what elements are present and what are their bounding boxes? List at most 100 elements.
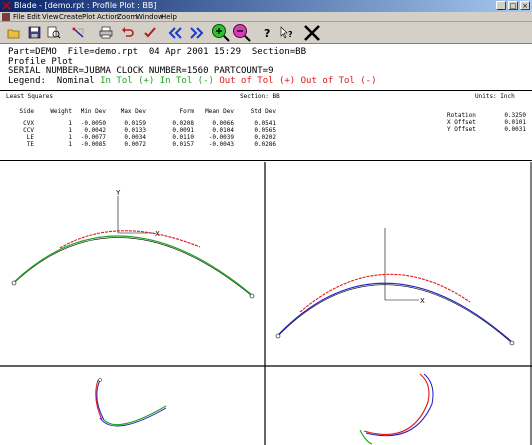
previous-button[interactable] (165, 23, 185, 42)
cell-max-dev: 0.0034 (124, 134, 146, 141)
help-icon: ? (264, 27, 270, 40)
out-tol-profile (59, 230, 201, 249)
menu-create[interactable]: Create (59, 12, 82, 22)
legend: Legend: Nominal In Tol (+) In Tol (-) Ou… (8, 75, 377, 87)
menu-file[interactable]: File (13, 12, 25, 22)
menu-edit[interactable]: Edit (27, 12, 41, 22)
column-header: Weight (50, 108, 72, 115)
header-divider (0, 90, 532, 91)
rotation-value: 0.3250 (504, 112, 526, 119)
measured-profile (277, 282, 513, 343)
y-offset-value: 0.0031 (504, 126, 526, 133)
in-tol-profile (103, 405, 167, 426)
exit-button[interactable] (300, 23, 324, 42)
legend-label: Legend: (8, 75, 57, 86)
cell-form: 0.0157 (172, 141, 194, 148)
measured-profile (96, 379, 105, 421)
legend-out-tol-minus: Out of Tol (-) (300, 75, 377, 86)
svg-text:?: ? (264, 27, 270, 40)
open-button[interactable] (4, 23, 24, 42)
measure-icon (72, 27, 84, 38)
menu-window[interactable]: Window (136, 12, 164, 22)
cell-min-dev: 0.0042 (84, 127, 106, 134)
next-button[interactable] (187, 23, 207, 42)
open-folder-icon (7, 29, 20, 38)
units-label: Units: Inch (475, 93, 515, 100)
section-label: Section: BB (240, 93, 280, 100)
menu-bar: File Edit View Create Plot Action Zoom W… (0, 12, 532, 22)
cell-max-dev: 0.0133 (124, 127, 146, 134)
zoom-in-button[interactable] (210, 23, 230, 42)
save-icon (28, 26, 40, 39)
app-icon (2, 1, 11, 10)
menu-view[interactable]: View (42, 12, 59, 22)
cell-side: CVX (23, 120, 34, 127)
cell-form: 0.0208 (172, 120, 194, 127)
nominal-profile (277, 284, 513, 344)
undo-icon (122, 27, 134, 37)
out-tol-profile (363, 401, 429, 435)
close-button[interactable]: × (520, 1, 530, 10)
document-icon[interactable] (2, 13, 10, 21)
context-help-icon: ? (280, 25, 293, 39)
preview-button[interactable] (44, 23, 64, 42)
x-axis-label: X (420, 297, 425, 305)
column-header: Min Dev (80, 108, 106, 115)
window-title: Blade - [demo.rpt : Profile Plot : BB] (14, 1, 157, 10)
endpoint-marker (11, 280, 17, 286)
cell-std-dev: 0.0286 (254, 141, 276, 148)
cell-form: 0.0091 (172, 127, 194, 134)
undo-button[interactable] (118, 23, 138, 42)
endpoint-marker (275, 333, 281, 339)
report-header: Part=DEMO File=demo.rpt 04 Apr 2001 15:2… (0, 44, 532, 88)
accept-button[interactable] (140, 23, 160, 42)
previous-icon (168, 26, 182, 39)
legend-in-tol-plus: In Tol (+) (100, 75, 155, 86)
profile-pane-te (359, 373, 434, 445)
zoom-out-icon (232, 24, 251, 42)
legend-nominal: Nominal (56, 75, 95, 86)
maximize-button[interactable]: □ (508, 1, 518, 10)
profile-pane-ccv: X (275, 228, 515, 346)
preview-icon (47, 26, 61, 39)
next-icon (190, 26, 204, 39)
profile-pane-cvx: Y X (11, 189, 255, 299)
cell-side: LE (26, 134, 34, 141)
measure-button[interactable] (68, 23, 88, 42)
svg-text:?: ? (288, 30, 293, 39)
cell-mean-dev: 0.0066 (212, 120, 234, 127)
checkmark-icon (144, 27, 156, 38)
zoom-out-button[interactable] (231, 23, 251, 42)
profile-plots: Y X X (0, 162, 532, 445)
report-view: Part=DEMO File=demo.rpt 04 Apr 2001 15:2… (0, 44, 532, 445)
cell-min-dev: -0.0085 (80, 141, 106, 148)
nominal-profile (13, 237, 253, 297)
x-offset-label: X Offset (447, 119, 476, 126)
legend-in-tol-minus: In Tol (-) (159, 75, 214, 86)
menu-help[interactable]: Help (161, 12, 177, 22)
statistics-table: Least Squares Section: BB Units: Inch Si… (0, 92, 532, 160)
cell-weight: 1 (68, 141, 72, 148)
menu-zoom[interactable]: Zoom (117, 12, 137, 22)
save-button[interactable] (24, 23, 44, 42)
stats-divider (0, 160, 532, 161)
menu-plot[interactable]: Plot (82, 12, 95, 22)
measured-profile (365, 403, 433, 437)
endpoint-marker (98, 378, 102, 382)
context-help-button[interactable]: ? (277, 23, 297, 42)
cell-mean-dev: 0.0104 (212, 127, 234, 134)
cell-form: 0.0110 (172, 134, 194, 141)
column-header: Side (19, 108, 34, 115)
cell-weight: 1 (68, 134, 72, 141)
column-header: Std Dev (250, 108, 276, 115)
help-button[interactable]: ? (257, 23, 277, 42)
y-axis-label: Y (115, 189, 121, 197)
print-button[interactable] (96, 23, 116, 42)
fit-method: Least Squares (6, 93, 53, 100)
menu-action[interactable]: Action (97, 12, 119, 22)
cell-std-dev: 0.0541 (254, 120, 276, 127)
endpoint-marker (509, 340, 515, 346)
cell-side: CCV (23, 127, 34, 134)
cell-min-dev: -0.0050 (80, 120, 106, 127)
minimize-button[interactable]: _ (496, 1, 506, 10)
